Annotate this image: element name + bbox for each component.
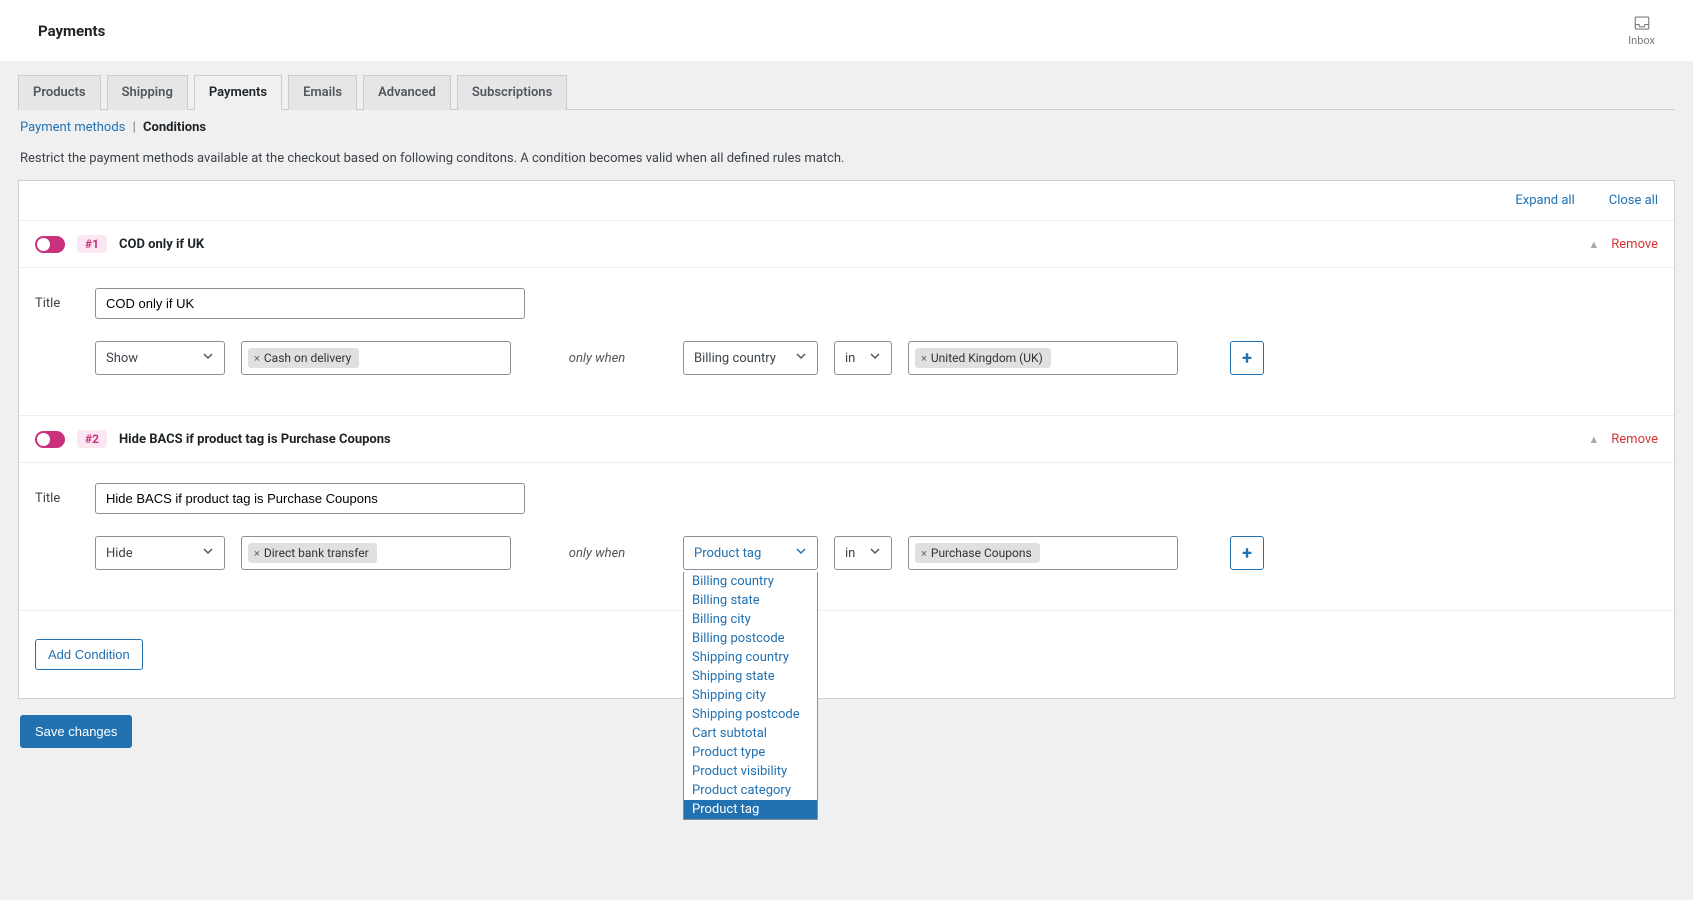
only-when-text: only when: [527, 546, 667, 561]
condition-title: COD only if UK: [119, 237, 204, 252]
dropdown-option[interactable]: Shipping country: [684, 648, 817, 667]
add-rule-button[interactable]: +: [1230, 536, 1264, 570]
chip-remove-icon[interactable]: ×: [254, 547, 260, 560]
page-title: Payments: [38, 22, 105, 40]
conditions-card: Expand all Close all #1 COD only if UK ▲…: [18, 180, 1675, 699]
field-value: Billing country: [694, 351, 776, 366]
subnav-conditions: Conditions: [143, 120, 206, 135]
only-when-text: only when: [527, 351, 667, 366]
value-chip: × Purchase Coupons: [915, 543, 1040, 563]
add-rule-button[interactable]: +: [1230, 341, 1264, 375]
tab-subscriptions[interactable]: Subscriptions: [457, 75, 567, 110]
tab-products[interactable]: Products: [18, 75, 101, 110]
method-chip: × Direct bank transfer: [248, 543, 377, 563]
chevron-down-icon: [869, 350, 881, 366]
methods-input[interactable]: × Direct bank transfer: [241, 536, 511, 570]
action-value: Hide: [106, 546, 133, 561]
chevron-down-icon: [202, 350, 214, 366]
tabs: Products Shipping Payments Emails Advanc…: [18, 61, 1675, 110]
dropdown-option[interactable]: Shipping state: [684, 667, 817, 686]
collapse-icon[interactable]: ▲: [1588, 238, 1599, 251]
save-button[interactable]: Save changes: [20, 715, 132, 748]
action-select[interactable]: Hide: [95, 536, 225, 570]
chevron-down-icon: [795, 350, 807, 366]
tab-emails[interactable]: Emails: [288, 75, 357, 110]
divider: |: [133, 120, 136, 135]
condition-2: #2 Hide BACS if product tag is Purchase …: [19, 416, 1674, 611]
dropdown-option[interactable]: Product category: [684, 781, 817, 800]
inbox-icon: [1633, 14, 1651, 32]
chip-label: Purchase Coupons: [931, 546, 1032, 560]
dropdown-option[interactable]: Billing city: [684, 610, 817, 629]
inbox-button[interactable]: Inbox: [1628, 14, 1655, 47]
dropdown-option[interactable]: Billing state: [684, 591, 817, 610]
dropdown-option[interactable]: Shipping city: [684, 686, 817, 705]
chevron-down-icon: [869, 545, 881, 561]
tab-advanced[interactable]: Advanced: [363, 75, 451, 110]
subnav-payment-methods[interactable]: Payment methods: [20, 120, 125, 135]
remove-link[interactable]: Remove: [1611, 237, 1658, 252]
condition-title: Hide BACS if product tag is Purchase Cou…: [119, 432, 391, 447]
dropdown-option[interactable]: Shipping postcode: [684, 705, 817, 724]
dropdown-option[interactable]: Product visibility: [684, 762, 817, 781]
subnav: Payment methods | Conditions: [18, 110, 1675, 145]
values-input[interactable]: × Purchase Coupons: [908, 536, 1178, 570]
dropdown-option[interactable]: Billing country: [684, 572, 817, 591]
operator-value: in: [845, 351, 855, 366]
chip-label: Cash on delivery: [264, 351, 351, 365]
inbox-label: Inbox: [1628, 34, 1655, 47]
methods-input[interactable]: × Cash on delivery: [241, 341, 511, 375]
toggle-enabled[interactable]: [35, 431, 65, 448]
toggle-enabled[interactable]: [35, 236, 65, 253]
values-input[interactable]: × United Kingdom (UK): [908, 341, 1178, 375]
field-select[interactable]: Product tag: [683, 536, 818, 570]
close-all[interactable]: Close all: [1593, 193, 1658, 208]
method-chip: × Cash on delivery: [248, 348, 359, 368]
dropdown-option[interactable]: Product tag: [684, 800, 817, 819]
title-input[interactable]: [95, 483, 525, 514]
close-all-label: Close all: [1609, 193, 1658, 208]
chip-label: United Kingdom (UK): [931, 351, 1043, 365]
condition-index: #2: [77, 430, 107, 448]
expand-all-label: Expand all: [1515, 193, 1574, 208]
expand-icon: [1499, 195, 1511, 207]
operator-value: in: [845, 546, 855, 561]
value-chip: × United Kingdom (UK): [915, 348, 1051, 368]
condition-index: #1: [77, 235, 107, 253]
operator-select[interactable]: in: [834, 341, 892, 375]
chip-remove-icon[interactable]: ×: [921, 547, 927, 560]
dropdown-option[interactable]: Cart subtotal: [684, 724, 817, 743]
condition-1: #1 COD only if UK ▲ Remove Title Show: [19, 221, 1674, 416]
collapse-icon[interactable]: ▲: [1588, 433, 1599, 446]
tab-payments[interactable]: Payments: [194, 75, 282, 110]
field-dropdown[interactable]: Billing countryBilling stateBilling city…: [683, 572, 818, 820]
description-text: Restrict the payment methods available a…: [18, 145, 1675, 180]
field-value: Product tag: [694, 546, 761, 561]
dropdown-option[interactable]: Billing postcode: [684, 629, 817, 648]
collapse-icon: [1593, 195, 1605, 207]
chip-remove-icon[interactable]: ×: [254, 352, 260, 365]
add-condition-button[interactable]: Add Condition: [35, 639, 143, 670]
expand-all[interactable]: Expand all: [1499, 193, 1574, 208]
title-input[interactable]: [95, 288, 525, 319]
operator-select[interactable]: in: [834, 536, 892, 570]
chip-remove-icon[interactable]: ×: [921, 352, 927, 365]
remove-link[interactable]: Remove: [1611, 432, 1658, 447]
tab-shipping[interactable]: Shipping: [107, 75, 188, 110]
action-value: Show: [106, 351, 138, 366]
field-select[interactable]: Billing country: [683, 341, 818, 375]
chip-label: Direct bank transfer: [264, 546, 369, 560]
chevron-down-icon: [795, 545, 807, 561]
chevron-down-icon: [202, 545, 214, 561]
title-label: Title: [35, 491, 79, 506]
title-label: Title: [35, 296, 79, 311]
action-select[interactable]: Show: [95, 341, 225, 375]
dropdown-option[interactable]: Product type: [684, 743, 817, 762]
